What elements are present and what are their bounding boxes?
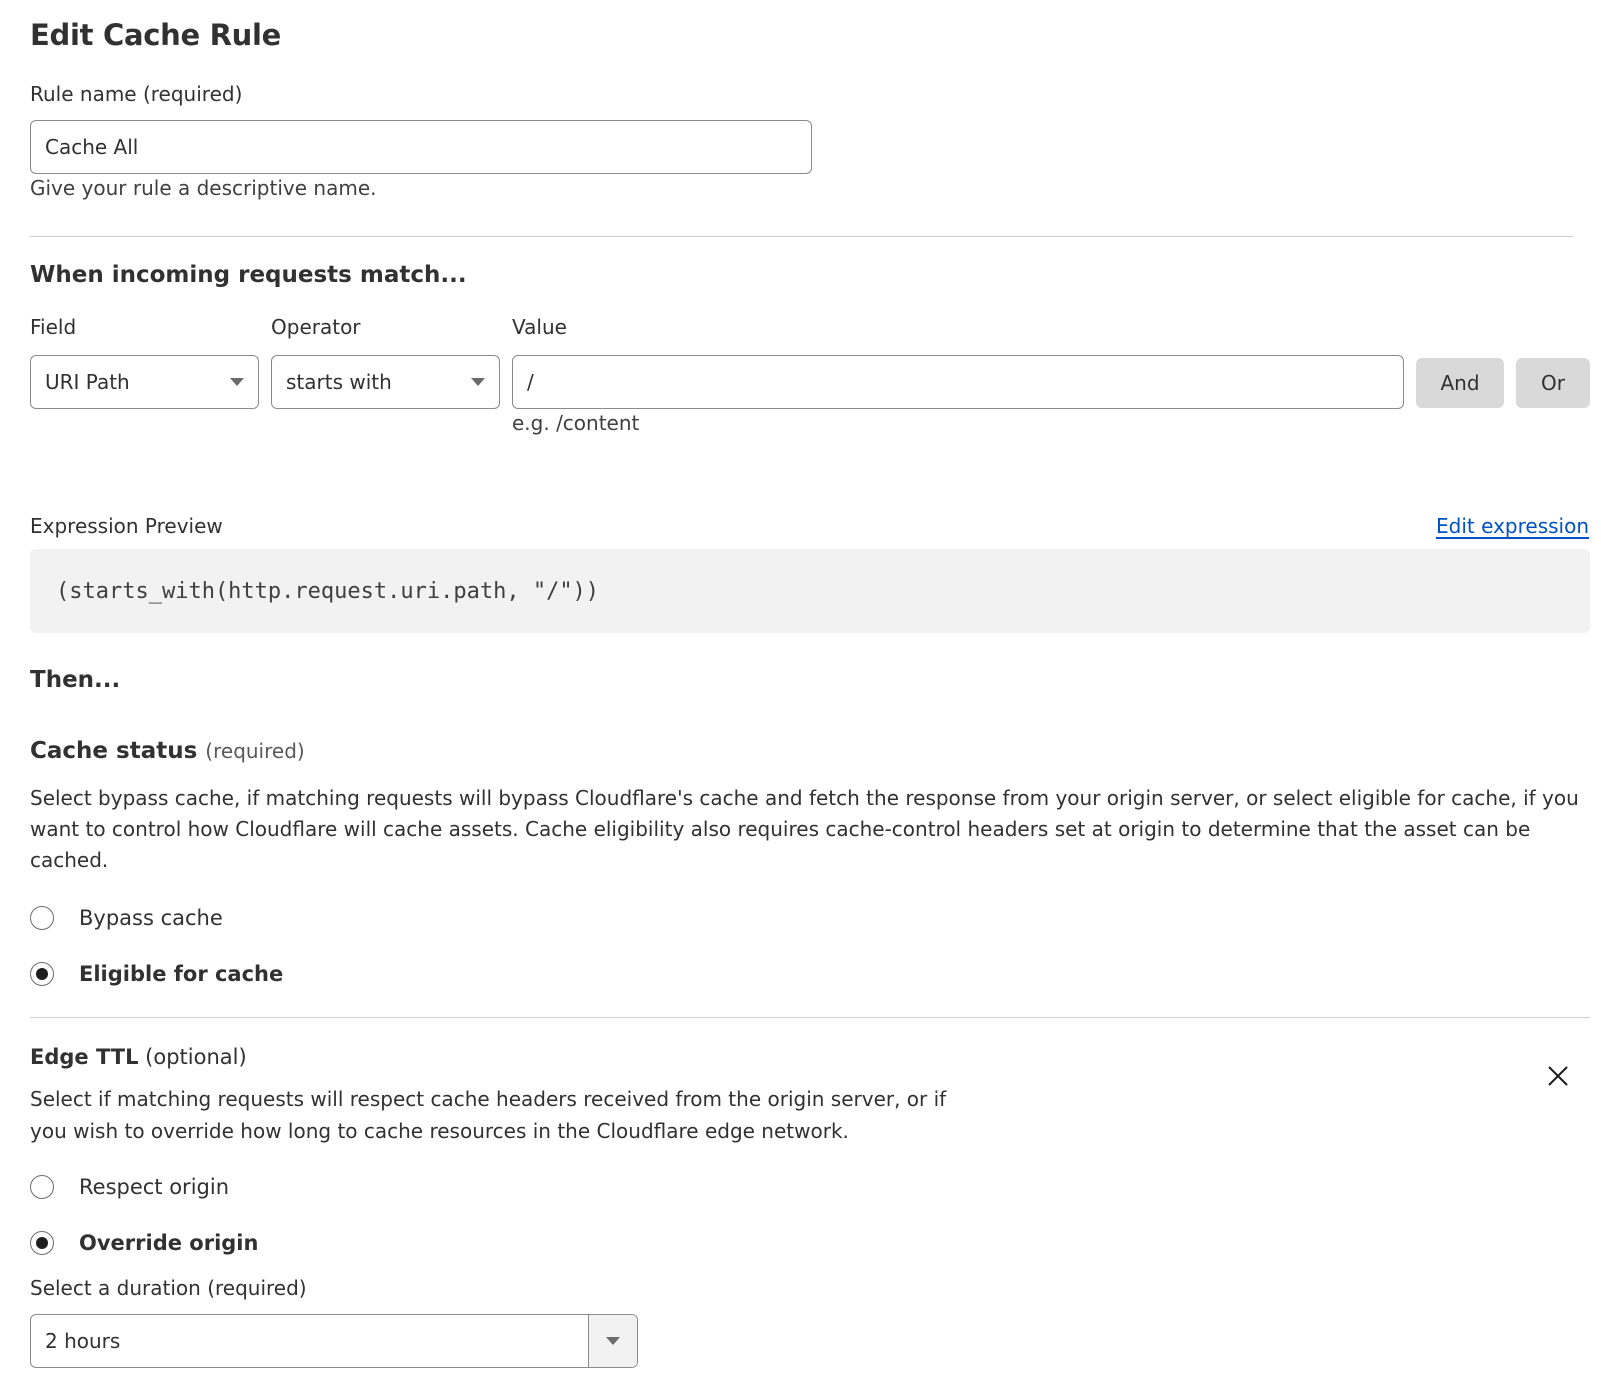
- radio-override-origin[interactable]: Override origin: [30, 1231, 258, 1255]
- rule-name-label: Rule name (required): [30, 82, 243, 106]
- radio-label: Respect origin: [79, 1175, 230, 1199]
- or-button[interactable]: Or: [1516, 358, 1590, 408]
- radio-label: Override origin: [79, 1231, 259, 1255]
- radio-button-selected[interactable]: [30, 1231, 54, 1255]
- cache-status-heading: Cache status (required): [30, 738, 305, 764]
- duration-dropdown-toggle[interactable]: [588, 1315, 637, 1367]
- match-heading: When incoming requests match...: [30, 262, 467, 288]
- value-input[interactable]: /: [512, 355, 1404, 409]
- edit-expression-link[interactable]: Edit expression: [1436, 514, 1589, 538]
- chevron-down-icon: [471, 378, 485, 386]
- edge-ttl-qualifier: (optional): [145, 1045, 247, 1069]
- radio-dot: [36, 1237, 48, 1249]
- cache-status-title: Cache status: [30, 738, 198, 764]
- rule-name-value: Cache All: [45, 135, 139, 159]
- field-select-value: URI Path: [45, 370, 130, 394]
- chevron-down-icon: [606, 1337, 620, 1345]
- close-icon[interactable]: [1546, 1064, 1570, 1088]
- value-hint: e.g. /content: [512, 411, 640, 435]
- edge-ttl-description-line-1: Select if matching requests will respect…: [30, 1087, 947, 1111]
- chevron-down-icon: [230, 378, 244, 386]
- radio-label: Eligible for cache: [79, 962, 284, 986]
- value-label: Value: [512, 315, 567, 339]
- section-divider: [30, 236, 1573, 237]
- page-title: Edit Cache Rule: [30, 18, 282, 52]
- radio-respect-origin[interactable]: Respect origin: [30, 1175, 229, 1199]
- cache-status-description: Select bypass cache, if matching request…: [30, 786, 1579, 872]
- rule-name-input[interactable]: Cache All: [30, 120, 812, 174]
- duration-select-value: 2 hours: [45, 1329, 121, 1353]
- radio-button-selected[interactable]: [30, 962, 54, 986]
- expression-code: (starts_with(http.request.uri.path, "/")…: [56, 578, 600, 604]
- operator-select-value: starts with: [286, 370, 392, 394]
- duration-label: Select a duration (required): [30, 1276, 307, 1300]
- edge-ttl-heading: Edge TTL (optional): [30, 1045, 247, 1069]
- expression-preview-label: Expression Preview: [30, 514, 223, 538]
- section-divider: [30, 1017, 1590, 1018]
- radio-button[interactable]: [30, 906, 54, 930]
- radio-eligible-for-cache[interactable]: Eligible for cache: [30, 962, 283, 986]
- radio-bypass-cache[interactable]: Bypass cache: [30, 906, 223, 930]
- edge-ttl-description-line-2: you wish to override how long to cache r…: [30, 1119, 849, 1143]
- duration-select[interactable]: 2 hours: [30, 1314, 638, 1368]
- cache-status-qualifier: (required): [205, 739, 305, 763]
- rule-name-hint: Give your rule a descriptive name.: [30, 176, 377, 200]
- and-button[interactable]: And: [1416, 358, 1504, 408]
- edge-ttl-title: Edge TTL: [30, 1045, 139, 1069]
- operator-label: Operator: [271, 315, 361, 339]
- radio-button[interactable]: [30, 1175, 54, 1199]
- field-label: Field: [30, 315, 77, 339]
- operator-select[interactable]: starts with: [271, 355, 500, 409]
- then-heading: Then...: [30, 667, 121, 693]
- value-input-value: /: [527, 370, 534, 394]
- radio-dot: [36, 968, 48, 980]
- field-select[interactable]: URI Path: [30, 355, 259, 409]
- expression-preview: (starts_with(http.request.uri.path, "/")…: [30, 549, 1590, 633]
- radio-label: Bypass cache: [79, 906, 223, 930]
